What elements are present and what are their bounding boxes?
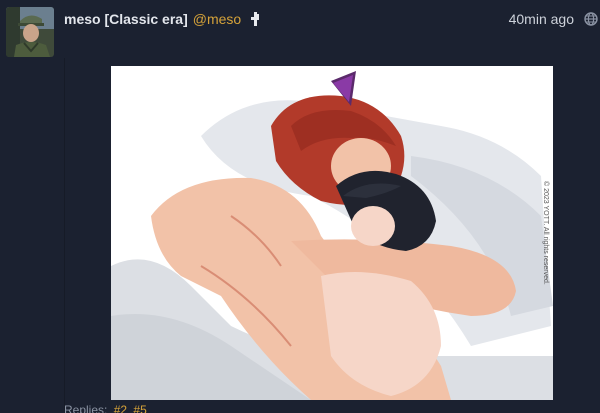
reply-link-2[interactable]: #2 <box>114 403 127 413</box>
post-header: meso [Classic era] @meso <box>64 10 262 28</box>
reply-link-5[interactable]: #5 <box>133 403 146 413</box>
media-attachment[interactable]: © 2023 YOTT. All rights reserved. <box>111 66 553 400</box>
replies-bar: Replies: #2 #5 <box>64 403 147 413</box>
illustration-image: © 2023 YOTT. All rights reserved. <box>111 66 553 400</box>
replies-label: Replies: <box>64 403 108 413</box>
post-timestamp[interactable]: 40min ago <box>509 10 574 28</box>
author-display-name[interactable]: meso [Classic era] <box>64 11 188 27</box>
watermark-text: © 2023 YOTT. All rights reserved. <box>542 181 550 285</box>
author-avatar[interactable] <box>6 7 54 57</box>
avatar-image <box>6 7 54 57</box>
pin-icon <box>250 11 262 27</box>
globe-icon <box>584 12 598 26</box>
thread-line <box>64 58 65 413</box>
status-post: meso [Classic era] @meso 40min ago © 202… <box>0 0 600 413</box>
author-handle[interactable]: @meso <box>193 11 241 27</box>
